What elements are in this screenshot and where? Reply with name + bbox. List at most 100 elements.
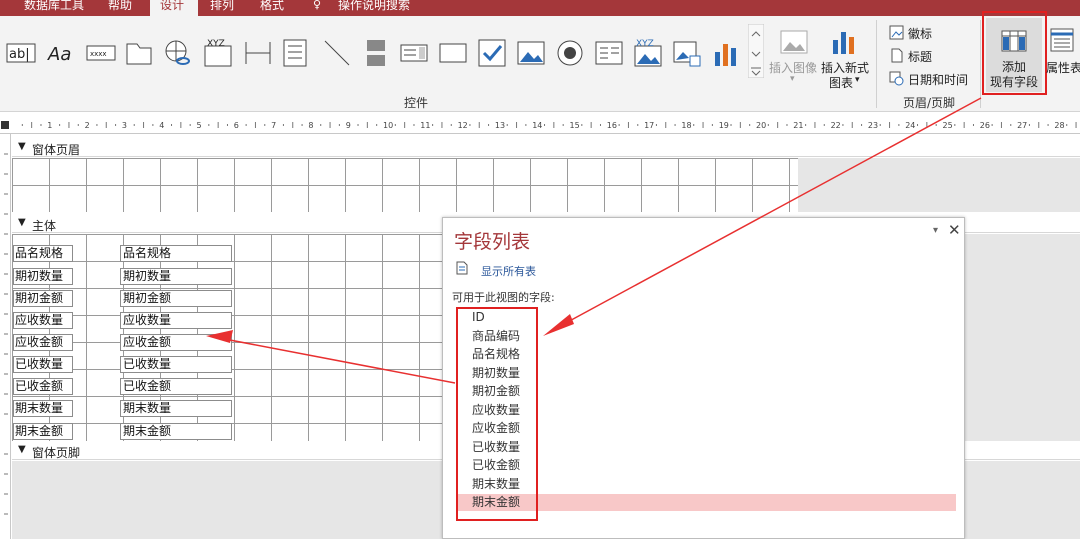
page-break-icon[interactable] — [361, 38, 391, 68]
attachment-icon[interactable] — [672, 38, 702, 68]
subform-icon[interactable] — [594, 38, 624, 68]
ruler-number: 21 — [793, 121, 803, 130]
show-all-tables-icon[interactable] — [455, 261, 469, 275]
image-icon[interactable] — [516, 38, 546, 68]
field-list-title: 字段列表 — [454, 231, 531, 253]
controls-group-label: 控件 — [404, 96, 429, 110]
chevron-down-icon: ▾ — [855, 75, 860, 85]
ruler-number: 23 — [868, 121, 878, 130]
field-textbox[interactable]: 期初数量 — [120, 268, 232, 285]
date-time-icon[interactable] — [889, 71, 904, 86]
header-footer-group-label: 页眉/页脚 — [903, 96, 956, 110]
section-arrow-icon: ▼ — [18, 444, 26, 455]
ribbon: ab| Aa xxxx XYZ XYZ 插入图像 ▾ 插入新式 图表 ▾ 控件 — [0, 11, 1080, 112]
field-label[interactable]: 期末金额 — [13, 423, 73, 440]
gallery-scroll-icon[interactable] — [748, 24, 764, 78]
ruler-number: 5 — [197, 121, 202, 130]
tab-format[interactable]: 格式 — [260, 0, 284, 16]
property-sheet-icon[interactable] — [1050, 28, 1074, 52]
combo-box-icon[interactable] — [399, 38, 429, 68]
title-button[interactable]: 标题 — [908, 48, 932, 65]
horizontal-ruler: 1 2 3 4 5 6 7 8 9 10 11 12 13 14 15 16 17 18 19 20 21 22 23 24 2… — [0, 117, 1080, 134]
section-arrow-icon: ▼ — [18, 141, 26, 152]
tab-help[interactable]: 帮助 — [108, 0, 132, 16]
ruler-number: 19 — [719, 121, 729, 130]
ruler-number: 22 — [831, 121, 841, 130]
section-arrow-icon: ▼ — [18, 217, 26, 228]
hyperlink-icon[interactable] — [163, 38, 193, 68]
field-label[interactable]: 期初金额 — [13, 290, 73, 307]
ruler-number: 25 — [943, 121, 953, 130]
form-header-empty-area — [798, 158, 1080, 212]
vertical-ruler — [0, 134, 11, 539]
ruler-number: 9 — [346, 121, 351, 130]
option-group-icon[interactable] — [281, 38, 311, 68]
option-button-icon[interactable] — [555, 38, 585, 68]
field-textbox[interactable]: 已收金额 — [120, 378, 232, 395]
field-textbox[interactable]: 期末数量 — [120, 400, 232, 417]
lightbulb-icon: ♀ — [313, 0, 322, 11]
ribbon-group-separator — [876, 20, 877, 108]
pane-options-icon[interactable]: ▾ — [933, 225, 938, 236]
field-label[interactable]: 期初数量 — [13, 268, 73, 285]
tell-me-search[interactable]: 操作说明搜索 — [338, 0, 410, 16]
checkbox-icon[interactable] — [477, 38, 507, 68]
field-textbox[interactable]: 已收数量 — [120, 356, 232, 373]
ruler-number: 11 — [420, 121, 430, 130]
field-label[interactable]: 已收数量 — [13, 356, 73, 373]
field-textbox[interactable]: 应收数量 — [120, 312, 232, 329]
tab-control-icon[interactable] — [124, 38, 154, 68]
ruler-number: 20 — [756, 121, 766, 130]
ruler-ticks: 1 2 3 4 5 6 7 8 9 10 11 12 13 14 15 16 17 18 19 20 21 22 23 24 2… — [1, 121, 1077, 130]
close-icon[interactable]: ✕ — [948, 221, 961, 239]
insert-chart-icon[interactable] — [830, 28, 858, 56]
label-icon[interactable]: Aa — [46, 38, 76, 68]
title-icon[interactable] — [889, 48, 904, 63]
tab-arrange[interactable]: 排列 — [210, 0, 234, 16]
ruler-number: 24 — [905, 121, 915, 130]
show-all-tables-link[interactable]: 显示所有表 — [481, 263, 536, 279]
ruler-number: 17 — [644, 121, 654, 130]
logo-icon[interactable] — [889, 25, 904, 40]
line-icon[interactable] — [322, 38, 352, 68]
field-label[interactable]: 应收金额 — [13, 334, 73, 351]
date-time-button[interactable]: 日期和时间 — [908, 71, 968, 88]
tab-database-tools[interactable]: 数据库工具 — [24, 0, 84, 16]
property-sheet-button[interactable]: 属性表 — [1046, 59, 1080, 76]
field-label[interactable]: 已收金额 — [13, 378, 73, 395]
field-textbox[interactable]: 应收金额 — [120, 334, 232, 351]
ruler-number: 18 — [681, 121, 691, 130]
chevron-down-icon: ▾ — [790, 74, 795, 84]
ribbon-group-separator — [980, 20, 981, 108]
object-frame-icon[interactable]: XYZ — [633, 38, 663, 68]
field-list-pane: 字段列表 ▾ ✕ 显示所有表 可用于此视图的字段: ID 商品编码 品名规格 期… — [442, 217, 965, 539]
button-icon[interactable]: xxxx — [86, 38, 116, 68]
ruler-number: 1 — [47, 121, 52, 130]
ruler-number: 14 — [532, 121, 542, 130]
ruler-number: 7 — [271, 121, 276, 130]
form-header-grid[interactable] — [12, 158, 798, 212]
svg-text:XYZ: XYZ — [636, 39, 654, 49]
web-browser-icon[interactable]: XYZ — [204, 38, 234, 68]
textbox-icon[interactable]: ab| — [6, 38, 36, 68]
ruler-number: 8 — [308, 121, 313, 130]
rectangle-icon[interactable] — [438, 38, 468, 68]
ruler-number: 16 — [607, 121, 617, 130]
insert-chart-label-line2[interactable]: 图表 — [829, 74, 853, 91]
field-textbox[interactable]: 期初金额 — [120, 290, 232, 307]
ruler-number: 4 — [159, 121, 164, 130]
insert-image-icon[interactable] — [780, 28, 808, 56]
annotation-box-add-fields — [982, 11, 1047, 95]
ribbon-tab-bar: 数据库工具 帮助 设计 排列 格式 ♀ 操作说明搜索 — [0, 0, 1080, 16]
form-header-section-bar[interactable]: ▼ 窗体页眉 — [12, 140, 1080, 157]
field-label[interactable]: 品名规格 — [13, 245, 73, 262]
navigation-icon[interactable] — [243, 38, 273, 68]
field-textbox[interactable]: 期末金额 — [120, 423, 232, 440]
field-label[interactable]: 应收数量 — [13, 312, 73, 329]
tab-design[interactable]: 设计 — [150, 0, 198, 16]
field-label[interactable]: 期末数量 — [13, 400, 73, 417]
form-selector-icon[interactable] — [1, 121, 9, 129]
chart-icon[interactable] — [711, 38, 741, 68]
field-textbox[interactable]: 品名规格 — [120, 245, 232, 262]
logo-button[interactable]: 徽标 — [908, 25, 932, 42]
